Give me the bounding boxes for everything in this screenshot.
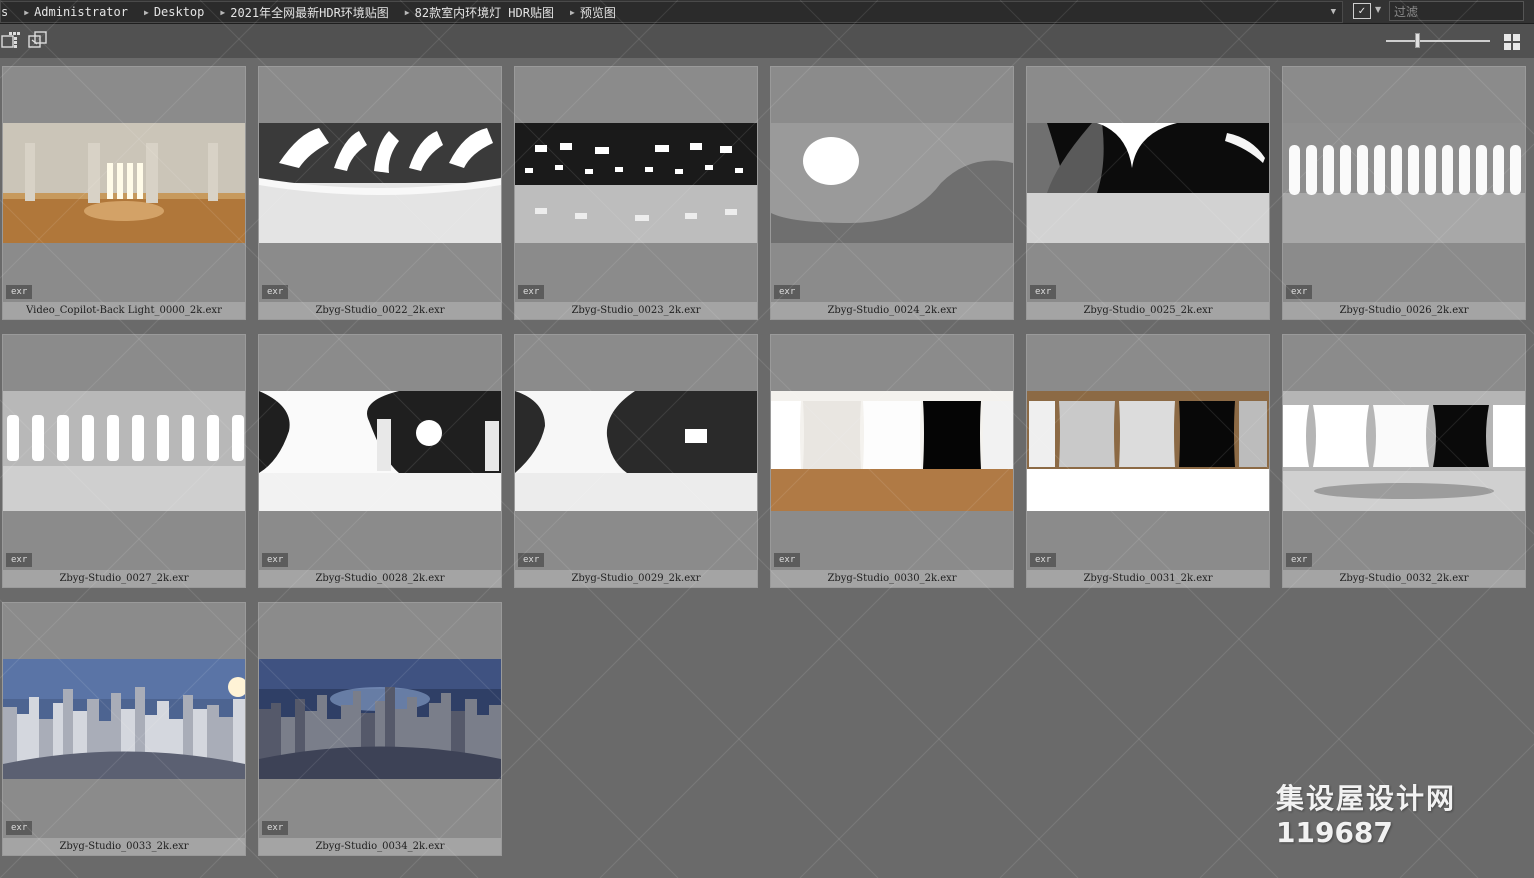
- file-type-badge: exr: [1286, 285, 1313, 299]
- file-type-badge: exr: [1286, 553, 1313, 567]
- file-tile[interactable]: exr Zbyg-Studio_0022_2k.exr: [258, 66, 502, 320]
- toolbar: [0, 24, 1534, 58]
- grid-view-icon[interactable]: [1504, 34, 1520, 50]
- file-name-label: Zbyg-Studio_0026_2k.exr: [1283, 302, 1525, 319]
- file-name-label: Zbyg-Studio_0029_2k.exr: [515, 570, 757, 587]
- breadcrumb-item[interactable]: ▶ Administrator: [16, 5, 136, 19]
- file-tile[interactable]: exr Video_Copilot-Back Light_0000_2k.exr: [2, 66, 246, 320]
- file-name-label: Zbyg-Studio_0033_2k.exr: [3, 838, 245, 855]
- breadcrumb-item[interactable]: ▶ Desktop: [136, 5, 212, 19]
- file-name-label: Zbyg-Studio_0034_2k.exr: [259, 838, 501, 855]
- filter-input[interactable]: 过滤: [1389, 1, 1524, 21]
- chevron-right-icon: ▶: [143, 7, 149, 17]
- file-name-label: Zbyg-Studio_0032_2k.exr: [1283, 570, 1525, 587]
- hdr-preview-thumbnail: [771, 391, 1013, 511]
- breadcrumb-item[interactable]: s: [1, 5, 16, 19]
- file-name-label: Zbyg-Studio_0023_2k.exr: [515, 302, 757, 319]
- hdr-preview-thumbnail: [259, 659, 501, 779]
- thumbnail-grid-icon[interactable]: [1, 30, 21, 50]
- file-tile[interactable]: exr Zbyg-Studio_0031_2k.exr: [1026, 334, 1270, 588]
- chevron-down-icon[interactable]: ▼: [1375, 5, 1381, 14]
- file-tile[interactable]: exr Zbyg-Studio_0034_2k.exr: [258, 602, 502, 856]
- watermark-brand-name: 集设屋设计网: [1276, 782, 1457, 815]
- file-type-badge: exr: [6, 553, 33, 567]
- zoom-slider-track[interactable]: [1386, 40, 1490, 42]
- breadcrumb[interactable]: s ▶ Administrator ▶ Desktop ▶ 2021年全网最新HDR环…: [0, 1, 1343, 23]
- file-type-badge: exr: [1030, 285, 1057, 299]
- file-name-label: Zbyg-Studio_0028_2k.exr: [259, 570, 501, 587]
- file-tile[interactable]: exr Zbyg-Studio_0028_2k.exr: [258, 334, 502, 588]
- hdr-preview-thumbnail: [515, 391, 757, 511]
- file-name-label: Zbyg-Studio_0027_2k.exr: [3, 570, 245, 587]
- hdr-preview-thumbnail: [1027, 123, 1269, 243]
- file-type-badge: exr: [774, 553, 801, 567]
- file-tile[interactable]: exr Zbyg-Studio_0024_2k.exr: [770, 66, 1014, 320]
- file-tile[interactable]: exr Zbyg-Studio_0030_2k.exr: [770, 334, 1014, 588]
- chevron-down-icon[interactable]: ▼: [1331, 7, 1342, 17]
- chevron-right-icon: ▶: [24, 7, 30, 17]
- file-type-badge: exr: [774, 285, 801, 299]
- file-name-label: Zbyg-Studio_0022_2k.exr: [259, 302, 501, 319]
- chevron-right-icon: ▶: [220, 7, 226, 17]
- watermark-brand: 集设屋设计网 119687: [1276, 782, 1456, 850]
- chevron-right-icon: ▶: [404, 7, 410, 17]
- hdr-preview-thumbnail: [515, 123, 757, 243]
- hdr-preview-thumbnail: [3, 123, 245, 243]
- file-type-badge: exr: [518, 553, 545, 567]
- file-tile[interactable]: exr Zbyg-Studio_0032_2k.exr: [1282, 334, 1526, 588]
- breadcrumb-item[interactable]: ▶ 预览图: [562, 4, 624, 21]
- thumbnail-refresh-icon[interactable]: [28, 30, 48, 50]
- file-name-label: Zbyg-Studio_0031_2k.exr: [1027, 570, 1269, 587]
- file-name-label: Video_Copilot-Back Light_0000_2k.exr: [3, 302, 245, 319]
- breadcrumb-item[interactable]: ▶ 82款室内环境灯 HDR贴图: [397, 4, 562, 21]
- hdr-preview-thumbnail: [1283, 123, 1525, 243]
- breadcrumb-item[interactable]: ▶ 2021年全网最新HDR环境贴图: [212, 4, 396, 21]
- file-tile[interactable]: exr Zbyg-Studio_0027_2k.exr: [2, 334, 246, 588]
- file-tile[interactable]: exr Zbyg-Studio_0033_2k.exr: [2, 602, 246, 856]
- hdr-preview-thumbnail: [1283, 391, 1525, 511]
- file-tile[interactable]: exr Zbyg-Studio_0023_2k.exr: [514, 66, 758, 320]
- file-tile[interactable]: exr Zbyg-Studio_0025_2k.exr: [1026, 66, 1270, 320]
- file-name-label: Zbyg-Studio_0024_2k.exr: [771, 302, 1013, 319]
- hdr-preview-thumbnail: [3, 391, 245, 511]
- zoom-slider-thumb[interactable]: [1415, 33, 1420, 48]
- file-type-badge: exr: [262, 821, 289, 835]
- watermark-id: 119687: [1276, 816, 1393, 849]
- filter-checkbox-icon[interactable]: ✓: [1353, 3, 1371, 19]
- hdr-preview-thumbnail: [259, 123, 501, 243]
- file-type-badge: exr: [6, 285, 33, 299]
- hdr-preview-thumbnail: [3, 659, 245, 779]
- file-type-badge: exr: [6, 821, 33, 835]
- file-name-label: Zbyg-Studio_0025_2k.exr: [1027, 302, 1269, 319]
- file-tile[interactable]: exr Zbyg-Studio_0026_2k.exr: [1282, 66, 1526, 320]
- file-name-label: Zbyg-Studio_0030_2k.exr: [771, 570, 1013, 587]
- thumbnail-grid: exr Video_Copilot-Back Light_0000_2k.exr …: [0, 58, 1534, 878]
- hdr-preview-thumbnail: [1027, 391, 1269, 511]
- chevron-right-icon: ▶: [569, 7, 575, 17]
- file-type-badge: exr: [262, 285, 289, 299]
- file-type-badge: exr: [262, 553, 289, 567]
- path-bar: s ▶ Administrator ▶ Desktop ▶ 2021年全网最新HDR环…: [0, 0, 1534, 24]
- file-type-badge: exr: [1030, 553, 1057, 567]
- hdr-preview-thumbnail: [259, 391, 501, 511]
- file-type-badge: exr: [518, 285, 545, 299]
- hdr-preview-thumbnail: [771, 123, 1013, 243]
- file-tile[interactable]: exr Zbyg-Studio_0029_2k.exr: [514, 334, 758, 588]
